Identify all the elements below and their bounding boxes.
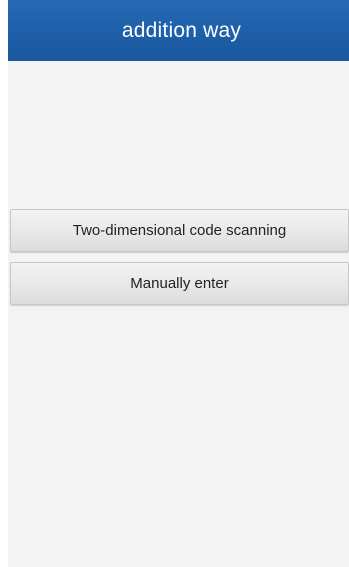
app-screen: addition way Two-dimensional code scanni… [8,0,349,567]
manual-enter-button[interactable]: Manually enter [10,262,349,305]
manual-enter-label: Manually enter [130,275,229,292]
page-title: addition way [121,18,242,42]
title-bar: addition way [8,0,349,61]
qr-scan-button[interactable]: Two-dimensional code scanning [10,209,349,252]
content-area [8,61,349,567]
qr-scan-label: Two-dimensional code scanning [72,222,287,239]
